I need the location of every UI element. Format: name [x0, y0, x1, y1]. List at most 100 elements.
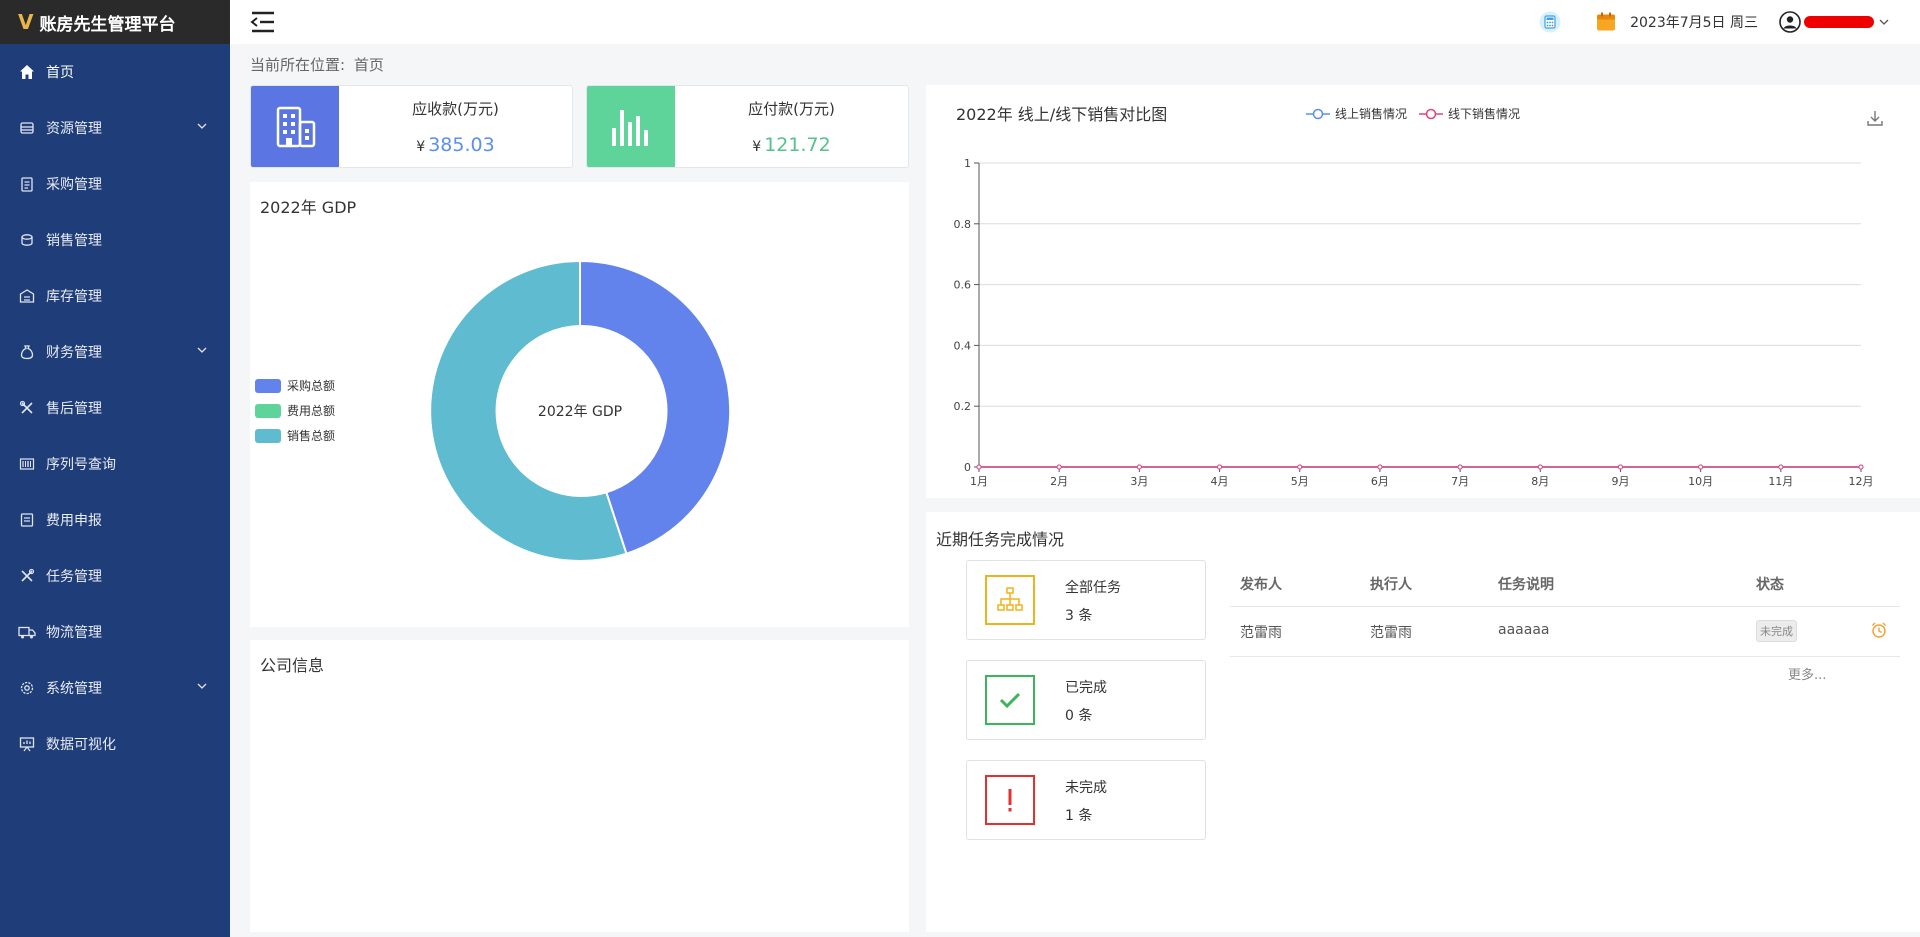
sidebar-item-data-viz[interactable]: 数据可视化: [0, 724, 230, 764]
sidebar-item-logistics[interactable]: 物流管理: [0, 612, 230, 652]
x-tick-label: 9月: [1611, 475, 1629, 488]
task-card-count: 3 条: [1065, 608, 1093, 624]
y-tick-label: 1: [964, 157, 971, 170]
data-point: [1056, 464, 1062, 470]
column-header-publisher: 发布人: [1240, 577, 1282, 593]
redacted-username[interactable]: [1804, 16, 1874, 28]
x-tick-label: 5月: [1291, 475, 1309, 488]
sidebar-item-expense[interactable]: 费用申报: [0, 500, 230, 540]
sidebar-item-after-sales[interactable]: 售后管理: [0, 388, 230, 428]
sidebar-item-label: 财务管理: [46, 345, 102, 361]
breadcrumb: 当前所在位置: 首页: [250, 54, 384, 75]
x-tick-label: 3月: [1130, 475, 1148, 488]
task-card-all[interactable]: 全部任务 3 条: [966, 560, 1206, 640]
sidebar-item-label: 销售管理: [46, 233, 102, 249]
user-menu-chevron-icon[interactable]: [1878, 16, 1890, 28]
status-badge: 未完成: [1756, 620, 1797, 642]
chevron-down-icon: [196, 680, 208, 696]
y-tick-label: 0.4: [954, 339, 972, 352]
task-card-count: 1 条: [1065, 808, 1093, 824]
column-header-status: 状态: [1756, 577, 1784, 593]
wrench-icon: [18, 567, 36, 585]
sidebar-item-home[interactable]: 首页: [0, 52, 230, 92]
cell-description: aaaaaa: [1498, 622, 1550, 638]
top-header: 2023年7月5日 周三: [230, 0, 1920, 44]
exclamation-icon: [985, 775, 1035, 825]
data-point: [1457, 464, 1463, 470]
company-info-title: 公司信息: [260, 656, 325, 675]
cell-executor: 范雷雨: [1370, 625, 1412, 641]
sidebar-item-purchase[interactable]: 采购管理: [0, 164, 230, 204]
table-divider: [1230, 606, 1900, 607]
calculator-icon[interactable]: [1538, 10, 1562, 34]
more-link[interactable]: 更多...: [1788, 664, 1826, 683]
clipboard-icon: [18, 175, 36, 193]
column-header-executor: 执行人: [1370, 577, 1412, 593]
sidebar-item-label: 售后管理: [46, 401, 102, 417]
column-header-description: 任务说明: [1498, 577, 1554, 593]
data-point: [1617, 464, 1623, 470]
payable-card[interactable]: 应付款(万元) ¥121.72: [586, 85, 909, 168]
data-point: [1297, 464, 1303, 470]
sidebar-item-sales[interactable]: 销售管理: [0, 220, 230, 260]
receipt-icon: [18, 511, 36, 529]
home-icon: [18, 63, 36, 81]
table-divider: [1230, 656, 1900, 657]
task-card-label: 未完成: [1065, 780, 1107, 796]
sidebar-item-finance[interactable]: 财务管理: [0, 332, 230, 372]
y-tick-label: 0.8: [954, 218, 972, 231]
x-tick-label: 11月: [1768, 475, 1793, 488]
task-card-count: 0 条: [1065, 708, 1093, 724]
receivable-card[interactable]: 应收款(万元) ¥385.03: [250, 85, 573, 168]
header-date: 2023年7月5日 周三: [1630, 15, 1758, 31]
data-point: [1698, 464, 1704, 470]
presentation-chart-icon: [18, 735, 36, 753]
app-root: V 账房先生管理平台 首页 资源管理 采购管理 销售管理 库存管理 财务管理 售…: [0, 0, 1920, 937]
calendar-icon[interactable]: [1594, 10, 1618, 34]
app-logo[interactable]: V 账房先生管理平台: [0, 0, 230, 44]
sidebar-item-inventory[interactable]: 库存管理: [0, 276, 230, 316]
sidebar-item-label: 采购管理: [46, 177, 102, 193]
data-point: [1377, 464, 1383, 470]
gdp-card: 2022年 GDP 采购总额 费用总额 销售总额 2022年 GDP: [250, 182, 909, 627]
payable-value: 121.72: [764, 134, 831, 156]
sidebar-item-system[interactable]: 系统管理: [0, 668, 230, 708]
y-tick-label: 0: [964, 461, 971, 474]
breadcrumb-current[interactable]: 首页: [354, 56, 384, 74]
sidebar-item-label: 费用申报: [46, 513, 102, 529]
currency-symbol: ¥: [752, 139, 762, 155]
x-tick-label: 2月: [1050, 475, 1068, 488]
tools-icon: [18, 399, 36, 417]
sidebar-item-serial-query[interactable]: 序列号查询: [0, 444, 230, 484]
sidebar-item-label: 资源管理: [46, 121, 102, 137]
data-point: [976, 464, 982, 470]
warehouse-icon: [18, 287, 36, 305]
money-bag-icon: [18, 343, 36, 361]
sidebar-item-label: 任务管理: [46, 569, 102, 585]
task-card-pending[interactable]: 未完成 1 条: [966, 760, 1206, 840]
sidebar-item-label: 物流管理: [46, 625, 102, 641]
sidebar-item-label: 系统管理: [46, 681, 102, 697]
x-tick-label: 12月: [1849, 475, 1874, 488]
receivable-value-wrap: ¥385.03: [339, 134, 572, 156]
data-point: [1217, 464, 1223, 470]
barcode-icon: [18, 455, 36, 473]
data-point: [1136, 464, 1142, 470]
user-avatar-icon[interactable]: [1778, 10, 1802, 34]
logo-mark: V: [18, 10, 34, 34]
menu-toggle-icon[interactable]: [250, 10, 276, 34]
sales-line-chart-card: 2022年 线上/线下销售对比图 线上销售情况 线下销售情况 0 0.2 0.4 0.…: [926, 85, 1920, 498]
company-info-card: 公司信息: [250, 640, 909, 932]
task-card-done[interactable]: 已完成 0 条: [966, 660, 1206, 740]
sidebar-item-tasks[interactable]: 任务管理: [0, 556, 230, 596]
y-tick-label: 0.6: [954, 279, 972, 292]
sidebar-item-resources[interactable]: 资源管理: [0, 108, 230, 148]
alarm-clock-icon[interactable]: [1870, 621, 1888, 643]
receivable-value: 385.03: [428, 134, 495, 156]
task-card-label: 已完成: [1065, 680, 1107, 696]
donut-center-label: 2022年 GDP: [538, 404, 622, 420]
data-point: [1537, 464, 1543, 470]
x-tick-label: 10月: [1688, 475, 1713, 488]
gear-icon: [18, 679, 36, 697]
x-tick-label: 6月: [1371, 475, 1389, 488]
